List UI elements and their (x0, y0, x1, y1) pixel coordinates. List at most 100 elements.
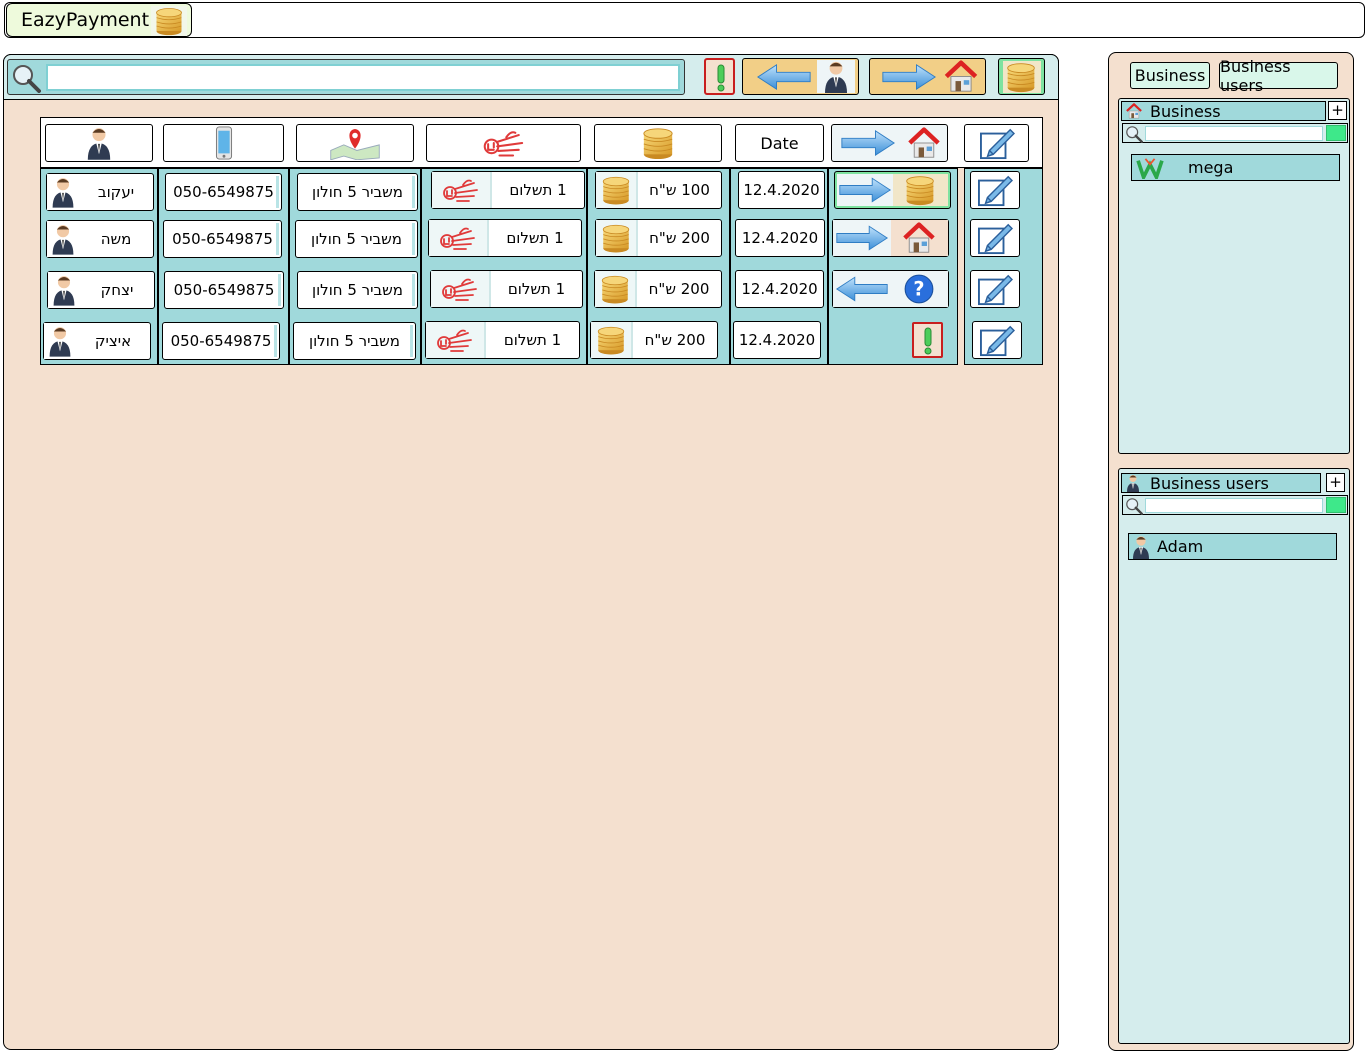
table-row-1-address[interactable]: משביר 5 חולון (297, 173, 418, 211)
business-panel (1118, 98, 1350, 454)
phone-icon (214, 126, 234, 160)
forward-home-button[interactable] (869, 58, 986, 95)
edit-icon (978, 126, 1016, 160)
coins-icon (591, 322, 633, 358)
exclamation-icon (918, 326, 938, 356)
tab-business-users[interactable]: Business users (1219, 57, 1338, 95)
business-users-search (1122, 495, 1348, 515)
coins-icon (596, 220, 638, 256)
app-brand[interactable]: EazyPayment (6, 3, 192, 37)
table-row-3-status[interactable] (832, 270, 949, 308)
shekel-hand-icon (426, 322, 486, 358)
person-icon (47, 174, 79, 210)
table-row-1-name[interactable]: יעקוב (46, 173, 154, 211)
table-row-4-status[interactable] (912, 322, 943, 358)
table-row-1-edit-button[interactable] (970, 171, 1020, 209)
table-row-3-edit-button[interactable] (970, 270, 1020, 308)
shekel-hand-icon (431, 271, 491, 307)
business-logo-icon (1136, 157, 1166, 179)
coins-icon (596, 172, 638, 208)
table-row-1-amount[interactable]: 100 ש"ח (595, 171, 722, 209)
table-row-3-name[interactable]: יצחק (47, 271, 155, 309)
search-icon[interactable] (11, 63, 41, 93)
arrow-right-icon (880, 63, 938, 91)
business-search-button[interactable] (1326, 125, 1346, 141)
header-date-label: Date (760, 133, 799, 153)
search-input[interactable] (46, 64, 680, 91)
table-row-2-phone[interactable]: 050-6549875 (163, 220, 282, 258)
table-row-1-payments[interactable]: 1 תשלום (431, 171, 585, 209)
business-users-search-button[interactable] (1326, 497, 1346, 513)
alert-button[interactable] (704, 58, 735, 95)
table-row-1-date[interactable]: 12.4.2020 (738, 171, 825, 209)
table-row-1-phone[interactable]: 050-6549875 (165, 173, 282, 211)
tab-business[interactable]: Business (1130, 62, 1210, 89)
coins-button[interactable] (998, 58, 1045, 95)
table-row-3-date[interactable]: 12.4.2020 (735, 270, 824, 308)
table-row-2-address[interactable]: משביר 5 חולון (295, 220, 418, 258)
business-search-input[interactable] (1145, 126, 1323, 141)
table-row-4-name[interactable]: איציק (43, 322, 151, 360)
table-row-2-date[interactable]: 12.4.2020 (735, 219, 825, 257)
person-icon (48, 272, 80, 308)
search-icon (1125, 125, 1143, 143)
table-row-3-payments[interactable]: 1 תשלום (430, 270, 583, 308)
header-amount[interactable] (594, 124, 722, 162)
business-user-list-item[interactable]: Adam (1128, 533, 1337, 560)
edit-icon (976, 272, 1014, 306)
edit-icon (976, 221, 1014, 255)
person-icon (47, 221, 79, 257)
coins-icon (595, 271, 637, 307)
home-icon (890, 220, 948, 256)
table-row-4-amount[interactable]: 200 ש"ח (590, 321, 718, 359)
arrow-right-icon (837, 174, 893, 206)
header-status[interactable] (831, 124, 948, 162)
business-panel-title: Business (1121, 101, 1326, 121)
add-business-button[interactable]: + (1328, 101, 1347, 120)
business-search (1122, 123, 1348, 143)
coins-icon (892, 174, 948, 206)
user-icon (817, 60, 855, 93)
arrow-right-icon (840, 129, 896, 157)
table-row-2-status[interactable] (832, 219, 949, 257)
header-edit[interactable] (964, 124, 1029, 162)
table-row-2-amount[interactable]: 200 ש"ח (595, 219, 722, 257)
business-users-search-input[interactable] (1145, 498, 1323, 513)
table-row-2-edit-button[interactable] (970, 219, 1020, 257)
top-bar (4, 2, 1365, 38)
header-phone[interactable] (163, 124, 284, 162)
header-date[interactable]: Date (735, 124, 824, 162)
table-row-2-name[interactable]: משה (46, 220, 154, 258)
coins-icon (639, 126, 677, 160)
table-row-2-payments[interactable]: 1 תשלום (428, 219, 582, 257)
table-row-4-date[interactable]: 12.4.2020 (733, 321, 821, 359)
user-icon (1125, 474, 1141, 492)
map-pin-icon (327, 126, 383, 160)
back-to-user-button[interactable] (742, 58, 859, 95)
question-icon (890, 271, 948, 307)
table-row-3-address[interactable]: משביר 5 חולון (297, 271, 418, 309)
home-icon (906, 127, 942, 159)
table-row-4-address[interactable]: משביר 5 חולון (293, 322, 416, 360)
shekel-hand-icon (432, 172, 492, 208)
person-icon (44, 323, 76, 359)
table-row-4-edit-button[interactable] (972, 321, 1022, 359)
header-payments[interactable] (426, 124, 581, 162)
person-icon (1131, 535, 1155, 559)
shekel-hand-icon (429, 220, 489, 256)
table-row-3-amount[interactable]: 200 ש"ח (594, 270, 722, 308)
coins-logo-icon (151, 6, 187, 36)
arrow-left-icon (755, 63, 813, 91)
add-business-user-button[interactable]: + (1326, 473, 1345, 492)
table-row-3-phone[interactable]: 050-6549875 (164, 271, 284, 309)
table-row-1-status[interactable] (834, 171, 951, 209)
business-list-item[interactable]: mega (1131, 154, 1340, 181)
table-row-4-payments[interactable]: 1 תשלום (425, 321, 580, 359)
table-row-4-phone[interactable]: 050-6549875 (162, 322, 280, 360)
header-customer[interactable] (45, 124, 153, 162)
exclamation-icon (711, 63, 731, 93)
search-icon (1125, 497, 1143, 515)
business-users-panel-title: Business users (1121, 473, 1321, 493)
header-address[interactable] (296, 124, 414, 162)
arrow-right-icon (833, 220, 891, 256)
